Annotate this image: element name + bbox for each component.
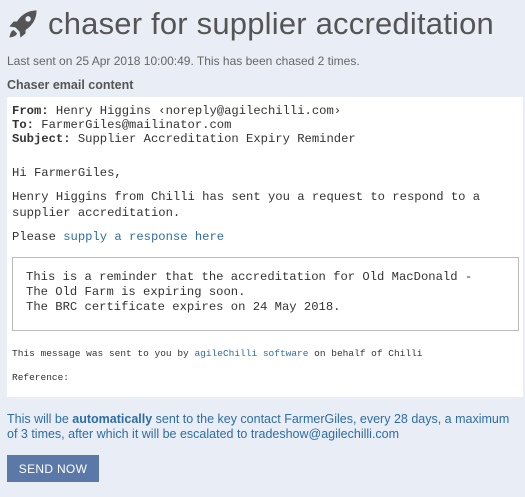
footer-suffix: on behalf of Chilli [308,348,423,359]
subject-line: Subject: Supplier Accreditation Expiry R… [12,133,356,146]
email-footer: This message was sent to you by agileChi… [12,348,423,359]
send-now-button[interactable]: SEND NOW [7,455,99,482]
from-line: From: Henry Higgins ‹noreply@agilechilli… [12,105,341,118]
reminder-line-2: The Old Farm is expiring soon. [26,285,246,299]
rocket-icon [9,10,37,38]
agilechilli-link[interactable]: agileChilli software [194,348,308,359]
auto-note-prefix: This will be [7,412,73,426]
supply-response-link[interactable]: supply a response here [63,230,224,244]
from-label: From: [12,104,49,118]
subject-label: Subject: [12,132,71,146]
reminder-box: This is a reminder that the accreditatio… [12,257,519,331]
subject-value: Supplier Accreditation Expiry Reminder [70,132,356,146]
automation-note: This will be automatically sent to the k… [7,412,519,442]
please-line: Please supply a response here [12,229,517,245]
to-value: FarmerGiles@mailinator.com [33,118,232,132]
last-sent-text: Last sent on 25 Apr 2018 10:00:49. This … [7,54,360,68]
section-heading: Chaser email content [7,78,134,92]
from-value: Henry Higgins ‹noreply@agilechilli.com› [48,104,342,118]
reference-label: Reference: [12,372,70,383]
page-title: chaser for supplier accreditation [48,6,494,41]
reminder-line-3: The BRC certificate expires on 24 May 20… [26,300,341,314]
auto-note-emphasis: automatically [72,412,153,426]
email-greeting: Hi FarmerGiles, [12,166,122,180]
email-body: Henry Higgins from Chilli has sent you a… [12,190,481,220]
to-line: To: FarmerGiles@mailinator.com [12,119,231,132]
to-label: To: [12,118,34,132]
email-preview: From: Henry Higgins ‹noreply@agilechilli… [7,97,523,397]
footer-prefix: This message was sent to you by [12,348,195,359]
please-prefix: Please [12,230,64,244]
reminder-line-1: This is a reminder that the accreditatio… [26,270,473,284]
page-header: chaser for supplier accreditation [6,6,494,42]
